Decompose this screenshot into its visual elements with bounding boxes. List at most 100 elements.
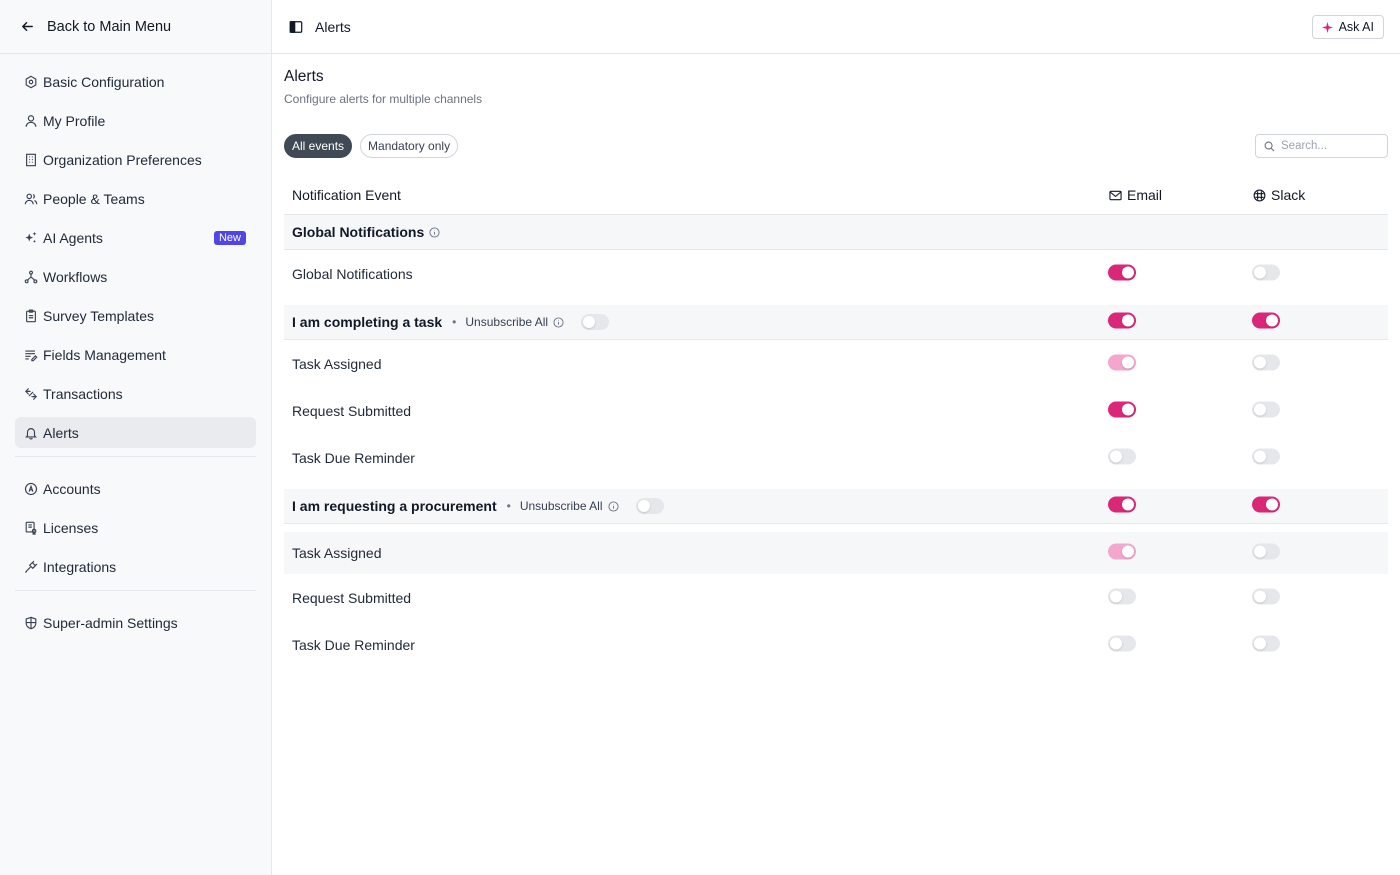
users-icon [24,193,38,204]
info-icon[interactable] [553,316,564,328]
section-header-completing-task: I am completing a task • Unsubscribe All [284,305,1388,340]
hexagon-icon [25,75,37,88]
sidebar-item-label: Licenses [43,519,99,536]
section-title: I am requesting a procurement • Unsubscr… [292,498,664,514]
back-to-main-menu-button[interactable]: Back to Main Menu [0,0,271,54]
section-title-text: Global Notifications [292,224,425,240]
mail-icon [1109,190,1122,200]
search-input[interactable] [1281,140,1381,152]
header-email-label: Email [1127,187,1163,203]
license-icon [25,521,37,535]
slack-toggle[interactable] [1252,448,1280,464]
arrows-icon [25,387,37,400]
sidebar-item-label: Basic Configuration [43,73,165,90]
group-email-toggle[interactable] [1108,496,1136,513]
circle-a-icon [24,482,38,495]
group-email-toggle[interactable] [1108,312,1136,329]
sidebar-item-integrations[interactable]: Integrations [15,551,256,582]
new-badge: New [213,230,246,245]
section-title-text: I am requesting a procurement [292,498,497,514]
bell-icon [25,427,37,440]
email-toggle[interactable] [1108,354,1136,370]
header-email: Email [1109,187,1162,203]
table-row: Task Assigned [284,340,1388,387]
sidebar-item-label: Transactions [43,385,123,402]
row-label: Task Assigned [292,355,382,372]
slack-toggle[interactable] [1252,635,1280,651]
email-toggle[interactable] [1108,543,1136,560]
separator-dot: • [452,315,457,329]
building-icon [26,153,36,166]
sidebar-toggle-icon[interactable] [289,20,303,34]
email-toggle[interactable] [1108,264,1136,280]
sparkle-icon [1321,21,1333,33]
email-toggle[interactable] [1108,635,1136,651]
sidebar-item-label: Super-admin Settings [43,614,178,631]
sidebar-item-fields-management[interactable]: Fields Management [15,339,256,370]
sidebar-item-my-profile[interactable]: My Profile [15,105,256,136]
shield-icon [25,616,37,629]
sidebar-item-licenses[interactable]: Licenses [15,512,256,543]
user-icon [25,114,37,127]
list-edit-icon [25,349,38,361]
info-icon[interactable] [429,226,440,238]
table-row: Request Submitted [284,574,1388,621]
breadcrumb-title: Alerts [315,18,351,35]
email-toggle[interactable] [1108,588,1136,604]
row-gap [284,524,1388,532]
sidebar-divider [15,456,256,457]
sidebar-item-label: Fields Management [43,346,166,363]
sidebar-item-people-teams[interactable]: People & Teams [15,183,256,214]
sparkles-icon [25,231,37,243]
sidebar-item-super-admin-settings[interactable]: Super-admin Settings [15,607,256,638]
slack-icon [1253,189,1266,201]
sidebar-item-label: AI Agents [43,229,103,246]
table-row: Request Submitted [284,387,1388,434]
search-box[interactable] [1255,134,1388,158]
sidebar-item-label: People & Teams [43,190,145,207]
page-subtitle: Configure alerts for multiple channels [284,92,483,106]
info-icon[interactable] [607,500,619,512]
sidebar-divider [15,590,256,591]
unsubscribe-all-toggle[interactable] [581,314,610,330]
page-title: Alerts [284,68,324,85]
table-row: Task Due Reminder [284,621,1388,668]
workflow-icon [24,270,38,283]
sidebar-item-workflows[interactable]: Workflows [15,261,256,292]
filter-mandatory-only[interactable]: Mandatory only [360,134,459,158]
slack-toggle[interactable] [1252,401,1280,417]
email-toggle[interactable] [1108,401,1136,417]
email-toggle[interactable] [1108,448,1136,464]
sidebar-item-transactions[interactable]: Transactions [15,378,256,409]
sidebar-item-organization-preferences[interactable]: Organization Preferences [15,144,256,175]
search-icon [1264,141,1275,151]
sidebar-item-basic-configuration[interactable]: Basic Configuration [15,66,256,97]
sidebar-item-label: Workflows [43,268,108,285]
slack-toggle[interactable] [1252,264,1280,280]
plug-icon [25,560,38,573]
slack-toggle[interactable] [1252,543,1280,560]
sidebar-item-alerts[interactable]: Alerts [15,417,256,448]
header-slack-label: Slack [1271,187,1306,203]
section-header-requesting-procurement: I am requesting a procurement • Unsubscr… [284,489,1388,524]
unsubscribe-all-label: Unsubscribe All [465,315,549,329]
sidebar-item-ai-agents[interactable]: AI Agents New [15,222,256,253]
section-title: I am completing a task • Unsubscribe All [292,314,610,330]
slack-toggle[interactable] [1252,588,1280,604]
filter-all-events[interactable]: All events [284,134,353,158]
ask-ai-button[interactable]: Ask AI [1311,15,1384,39]
header-notification-event: Notification Event [292,187,401,203]
row-label: Task Assigned [292,545,382,561]
row-label: Global Notifications [292,265,413,282]
group-slack-toggle[interactable] [1252,496,1280,513]
sidebar-item-survey-templates[interactable]: Survey Templates [15,300,256,331]
section-title-text: I am completing a task [292,314,443,330]
group-slack-toggle[interactable] [1252,312,1280,329]
unsubscribe-all-toggle[interactable] [635,498,664,514]
top-bar: Alerts Ask AI [272,0,1400,54]
unsubscribe-all-label: Unsubscribe All [519,499,603,513]
sidebar-item-label: Organization Preferences [43,151,202,168]
sidebar-item-accounts[interactable]: Accounts [15,473,256,504]
slack-toggle[interactable] [1252,354,1280,370]
sidebar-item-label: My Profile [43,112,106,129]
